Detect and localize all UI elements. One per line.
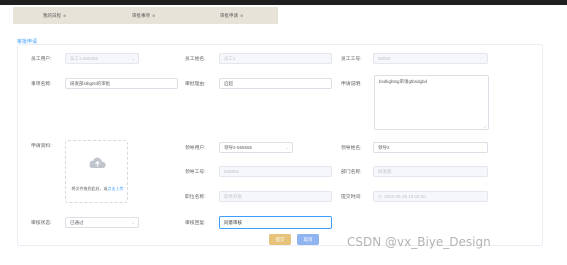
matter-name-label: 事项名称: [31, 82, 52, 87]
apply-desc-label: 申请说明: [341, 82, 362, 87]
clock-icon: ◷ [378, 194, 382, 199]
leader-user-select[interactable]: 领导2-555555 ⌄ [219, 142, 293, 153]
approval-status-label: 审核状态: [31, 221, 52, 226]
employee-user-value: 员工1-555555 [70, 56, 99, 61]
matter-name-field[interactable]: 研发部stbgtst的审批 [65, 78, 178, 89]
approval-remark-label: 审批理由: [185, 82, 206, 87]
apply-desc-value: bsdkgbtsg审请gtbsdgbd [379, 79, 428, 84]
leader-name-label: 领导姓名: [341, 146, 362, 151]
submit-button[interactable]: 提交 [269, 234, 291, 245]
dept-name-field[interactable]: 研发部 [373, 166, 488, 177]
window-top-bar [0, 0, 567, 5]
apply-material-label: 申请资料: [31, 144, 52, 149]
employee-no-field[interactable]: 55555 [373, 53, 488, 64]
tab-bar: 我的日程 ⊗ 审批事项 ⊗ 审批申请 ⊗ [13, 7, 278, 24]
cloud-upload-icon [89, 157, 106, 169]
employee-no-label: 员工工号: [341, 57, 362, 62]
leader-no-field[interactable]: 555555 [219, 166, 332, 177]
resize-handle-icon[interactable]: ⟋ [484, 124, 487, 129]
upload-hint-text: 将文件拖到此处，或 [71, 186, 108, 191]
close-icon[interactable]: ⊗ [240, 13, 243, 18]
upload-link[interactable]: 点击上传 [108, 186, 124, 191]
upload-dropzone[interactable]: 将文件拖到此处，或点击上传 [65, 140, 128, 203]
position-field[interactable]: 软件开发 [219, 191, 332, 202]
watermark-text: CSDN @vx_Biye_Design [347, 235, 491, 249]
approval-reply-field[interactable]: 同意审核 [219, 216, 332, 229]
submit-time-field[interactable]: ◷ 2023-05-29 18:02:50 [373, 191, 488, 202]
dept-name-label: 部门名称: [341, 170, 362, 175]
tab-approval-apply[interactable]: 审批申请 ⊗ [220, 13, 243, 19]
tab-label: 我的日程 [43, 12, 61, 18]
tab-label: 审批申请 [220, 12, 238, 18]
leader-name-field[interactable]: 领导2 [373, 142, 488, 153]
approval-status-select[interactable]: 已通过 ⌄ [65, 217, 139, 228]
employee-user-label: 员工用户: [31, 57, 52, 62]
leader-user-value: 领导2-555555 [224, 145, 253, 150]
employee-name-field[interactable]: 员工1 [219, 53, 332, 64]
cancel-button[interactable]: 取消 [297, 234, 319, 245]
apply-desc-textarea[interactable]: bsdkgbtsg审请gtbsdgbd ⟋ [374, 75, 489, 130]
approval-status-value: 已通过 [70, 220, 84, 225]
approval-remark-field[interactable]: 启超 [219, 78, 332, 89]
employee-user-select[interactable]: 员工1-555555 ⌄ [65, 53, 139, 64]
close-icon[interactable]: ⊗ [152, 13, 155, 18]
leader-user-label: 领导用户: [185, 146, 206, 151]
close-icon[interactable]: ⊗ [63, 13, 66, 18]
submit-time-label: 提交时间: [341, 195, 362, 200]
submit-time-value: 2023-05-29 18:02:50 [383, 194, 426, 199]
tab-schedule[interactable]: 我的日程 ⊗ [43, 13, 66, 19]
tab-approval-items[interactable]: 审批事项 ⊗ [132, 13, 155, 19]
approval-reply-label: 审核回复: [185, 221, 206, 226]
leader-no-label: 领导工号: [185, 170, 206, 175]
chevron-down-icon: ⌄ [131, 56, 135, 61]
chevron-down-icon: ⌄ [131, 220, 135, 225]
tab-label: 审批事项 [132, 12, 150, 18]
employee-name-label: 员工姓名: [185, 57, 206, 62]
chevron-down-icon: ⌄ [285, 145, 289, 150]
upload-hint: 将文件拖到此处，或点击上传 [66, 186, 129, 192]
position-label: 职位名称: [185, 195, 206, 200]
